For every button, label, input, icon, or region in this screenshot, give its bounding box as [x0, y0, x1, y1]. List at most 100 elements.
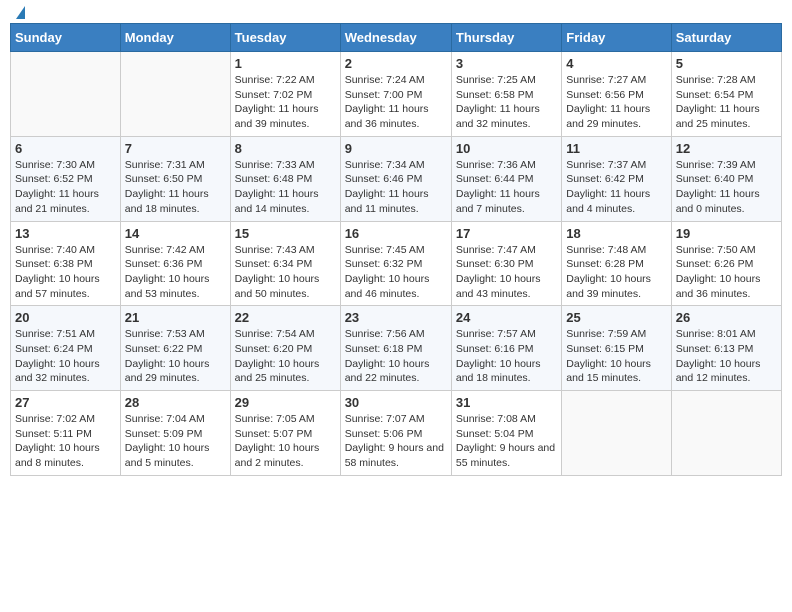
calendar-cell: 24 Sunrise: 7:57 AMSunset: 6:16 PMDayligh…	[451, 306, 561, 391]
calendar-cell: 22 Sunrise: 7:54 AMSunset: 6:20 PMDayligh…	[230, 306, 340, 391]
day-info: Sunrise: 8:01 AMSunset: 6:13 PMDaylight:…	[676, 327, 777, 386]
day-info: Sunrise: 7:02 AMSunset: 5:11 PMDaylight:…	[15, 412, 116, 471]
day-info: Sunrise: 7:47 AMSunset: 6:30 PMDaylight:…	[456, 243, 557, 302]
calendar-cell: 18 Sunrise: 7:48 AMSunset: 6:28 PMDayligh…	[562, 221, 671, 306]
day-info: Sunrise: 7:05 AMSunset: 5:07 PMDaylight:…	[235, 412, 336, 471]
day-number: 21	[125, 310, 226, 325]
calendar-cell: 13Sunrise: 7:40 AMSunset: 6:38 PMDayligh…	[11, 221, 121, 306]
day-number: 8	[235, 141, 336, 156]
day-number: 29	[235, 395, 336, 410]
day-number: 18	[566, 226, 666, 241]
day-info: Sunrise: 7:45 AMSunset: 6:32 PMDaylight:…	[345, 243, 447, 302]
day-number: 2	[345, 56, 447, 71]
calendar-cell: 5 Sunrise: 7:28 AMSunset: 6:54 PMDaylight…	[671, 52, 781, 137]
day-info: Sunrise: 7:04 AMSunset: 5:09 PMDaylight:…	[125, 412, 226, 471]
day-number: 26	[676, 310, 777, 325]
day-info: Sunrise: 7:31 AMSunset: 6:50 PMDaylight:…	[125, 158, 226, 217]
calendar-cell: 7 Sunrise: 7:31 AMSunset: 6:50 PMDaylight…	[120, 136, 230, 221]
calendar-cell: 11 Sunrise: 7:37 AMSunset: 6:42 PMDayligh…	[562, 136, 671, 221]
logo	[14, 10, 25, 15]
calendar-cell: 21 Sunrise: 7:53 AMSunset: 6:22 PMDayligh…	[120, 306, 230, 391]
day-number: 27	[15, 395, 116, 410]
day-info: Sunrise: 7:34 AMSunset: 6:46 PMDaylight:…	[345, 158, 447, 217]
day-info: Sunrise: 7:50 AMSunset: 6:26 PMDaylight:…	[676, 243, 777, 302]
day-number: 12	[676, 141, 777, 156]
day-number: 10	[456, 141, 557, 156]
calendar-cell	[671, 391, 781, 476]
weekday-header-saturday: Saturday	[671, 24, 781, 52]
day-number: 16	[345, 226, 447, 241]
day-info: Sunrise: 7:07 AMSunset: 5:06 PMDaylight:…	[345, 412, 447, 471]
calendar-cell: 10 Sunrise: 7:36 AMSunset: 6:44 PMDayligh…	[451, 136, 561, 221]
day-info: Sunrise: 7:57 AMSunset: 6:16 PMDaylight:…	[456, 327, 557, 386]
day-info: Sunrise: 7:25 AMSunset: 6:58 PMDaylight:…	[456, 73, 557, 132]
weekday-header-tuesday: Tuesday	[230, 24, 340, 52]
day-number: 7	[125, 141, 226, 156]
calendar-cell: 3 Sunrise: 7:25 AMSunset: 6:58 PMDaylight…	[451, 52, 561, 137]
calendar-cell: 1 Sunrise: 7:22 AMSunset: 7:02 PMDaylight…	[230, 52, 340, 137]
day-info: Sunrise: 7:27 AMSunset: 6:56 PMDaylight:…	[566, 73, 666, 132]
day-number: 30	[345, 395, 447, 410]
calendar-table: SundayMondayTuesdayWednesdayThursdayFrid…	[10, 23, 782, 476]
day-info: Sunrise: 7:54 AMSunset: 6:20 PMDaylight:…	[235, 327, 336, 386]
day-info: Sunrise: 7:48 AMSunset: 6:28 PMDaylight:…	[566, 243, 666, 302]
calendar-cell	[120, 52, 230, 137]
weekday-header-sunday: Sunday	[11, 24, 121, 52]
day-number: 24	[456, 310, 557, 325]
day-info: Sunrise: 7:51 AMSunset: 6:24 PMDaylight:…	[15, 327, 116, 386]
day-number: 1	[235, 56, 336, 71]
calendar-cell: 4 Sunrise: 7:27 AMSunset: 6:56 PMDaylight…	[562, 52, 671, 137]
calendar-cell: 23 Sunrise: 7:56 AMSunset: 6:18 PMDayligh…	[340, 306, 451, 391]
day-info: Sunrise: 7:28 AMSunset: 6:54 PMDaylight:…	[676, 73, 777, 132]
calendar-cell: 17 Sunrise: 7:47 AMSunset: 6:30 PMDayligh…	[451, 221, 561, 306]
day-number: 13	[15, 226, 116, 241]
day-info: Sunrise: 7:43 AMSunset: 6:34 PMDaylight:…	[235, 243, 336, 302]
calendar-cell: 20 Sunrise: 7:51 AMSunset: 6:24 PMDayligh…	[11, 306, 121, 391]
page-header	[10, 10, 782, 15]
calendar-cell: 30 Sunrise: 7:07 AMSunset: 5:06 PMDayligh…	[340, 391, 451, 476]
weekday-header-monday: Monday	[120, 24, 230, 52]
day-number: 20	[15, 310, 116, 325]
day-number: 3	[456, 56, 557, 71]
day-number: 22	[235, 310, 336, 325]
calendar-cell: 29 Sunrise: 7:05 AMSunset: 5:07 PMDayligh…	[230, 391, 340, 476]
day-info: Sunrise: 7:30 AMSunset: 6:52 PMDaylight:…	[15, 158, 116, 217]
day-number: 4	[566, 56, 666, 71]
day-info: Sunrise: 7:56 AMSunset: 6:18 PMDaylight:…	[345, 327, 447, 386]
day-number: 5	[676, 56, 777, 71]
calendar-cell: 12 Sunrise: 7:39 AMSunset: 6:40 PMDayligh…	[671, 136, 781, 221]
calendar-cell: 19 Sunrise: 7:50 AMSunset: 6:26 PMDayligh…	[671, 221, 781, 306]
day-info: Sunrise: 7:22 AMSunset: 7:02 PMDaylight:…	[235, 73, 336, 132]
day-number: 19	[676, 226, 777, 241]
day-number: 28	[125, 395, 226, 410]
calendar-cell: 6Sunrise: 7:30 AMSunset: 6:52 PMDaylight…	[11, 136, 121, 221]
day-number: 25	[566, 310, 666, 325]
calendar-cell	[562, 391, 671, 476]
day-number: 23	[345, 310, 447, 325]
day-info: Sunrise: 7:37 AMSunset: 6:42 PMDaylight:…	[566, 158, 666, 217]
calendar-cell: 27 Sunrise: 7:02 AMSunset: 5:11 PMDayligh…	[11, 391, 121, 476]
calendar-cell: 14 Sunrise: 7:42 AMSunset: 6:36 PMDayligh…	[120, 221, 230, 306]
calendar-cell: 26 Sunrise: 8:01 AMSunset: 6:13 PMDayligh…	[671, 306, 781, 391]
weekday-header-friday: Friday	[562, 24, 671, 52]
day-number: 31	[456, 395, 557, 410]
day-number: 11	[566, 141, 666, 156]
weekday-header-thursday: Thursday	[451, 24, 561, 52]
calendar-cell: 2 Sunrise: 7:24 AMSunset: 7:00 PMDaylight…	[340, 52, 451, 137]
day-info: Sunrise: 7:39 AMSunset: 6:40 PMDaylight:…	[676, 158, 777, 217]
day-info: Sunrise: 7:24 AMSunset: 7:00 PMDaylight:…	[345, 73, 447, 132]
day-info: Sunrise: 7:53 AMSunset: 6:22 PMDaylight:…	[125, 327, 226, 386]
day-number: 9	[345, 141, 447, 156]
weekday-header-wednesday: Wednesday	[340, 24, 451, 52]
calendar-cell: 15 Sunrise: 7:43 AMSunset: 6:34 PMDayligh…	[230, 221, 340, 306]
day-number: 15	[235, 226, 336, 241]
day-info: Sunrise: 7:33 AMSunset: 6:48 PMDaylight:…	[235, 158, 336, 217]
calendar-cell: 25Sunrise: 7:59 AMSunset: 6:15 PMDayligh…	[562, 306, 671, 391]
calendar-cell: 16 Sunrise: 7:45 AMSunset: 6:32 PMDayligh…	[340, 221, 451, 306]
day-info: Sunrise: 7:42 AMSunset: 6:36 PMDaylight:…	[125, 243, 226, 302]
calendar-cell: 9 Sunrise: 7:34 AMSunset: 6:46 PMDaylight…	[340, 136, 451, 221]
day-number: 17	[456, 226, 557, 241]
day-number: 14	[125, 226, 226, 241]
day-info: Sunrise: 7:36 AMSunset: 6:44 PMDaylight:…	[456, 158, 557, 217]
calendar-cell: 8 Sunrise: 7:33 AMSunset: 6:48 PMDaylight…	[230, 136, 340, 221]
